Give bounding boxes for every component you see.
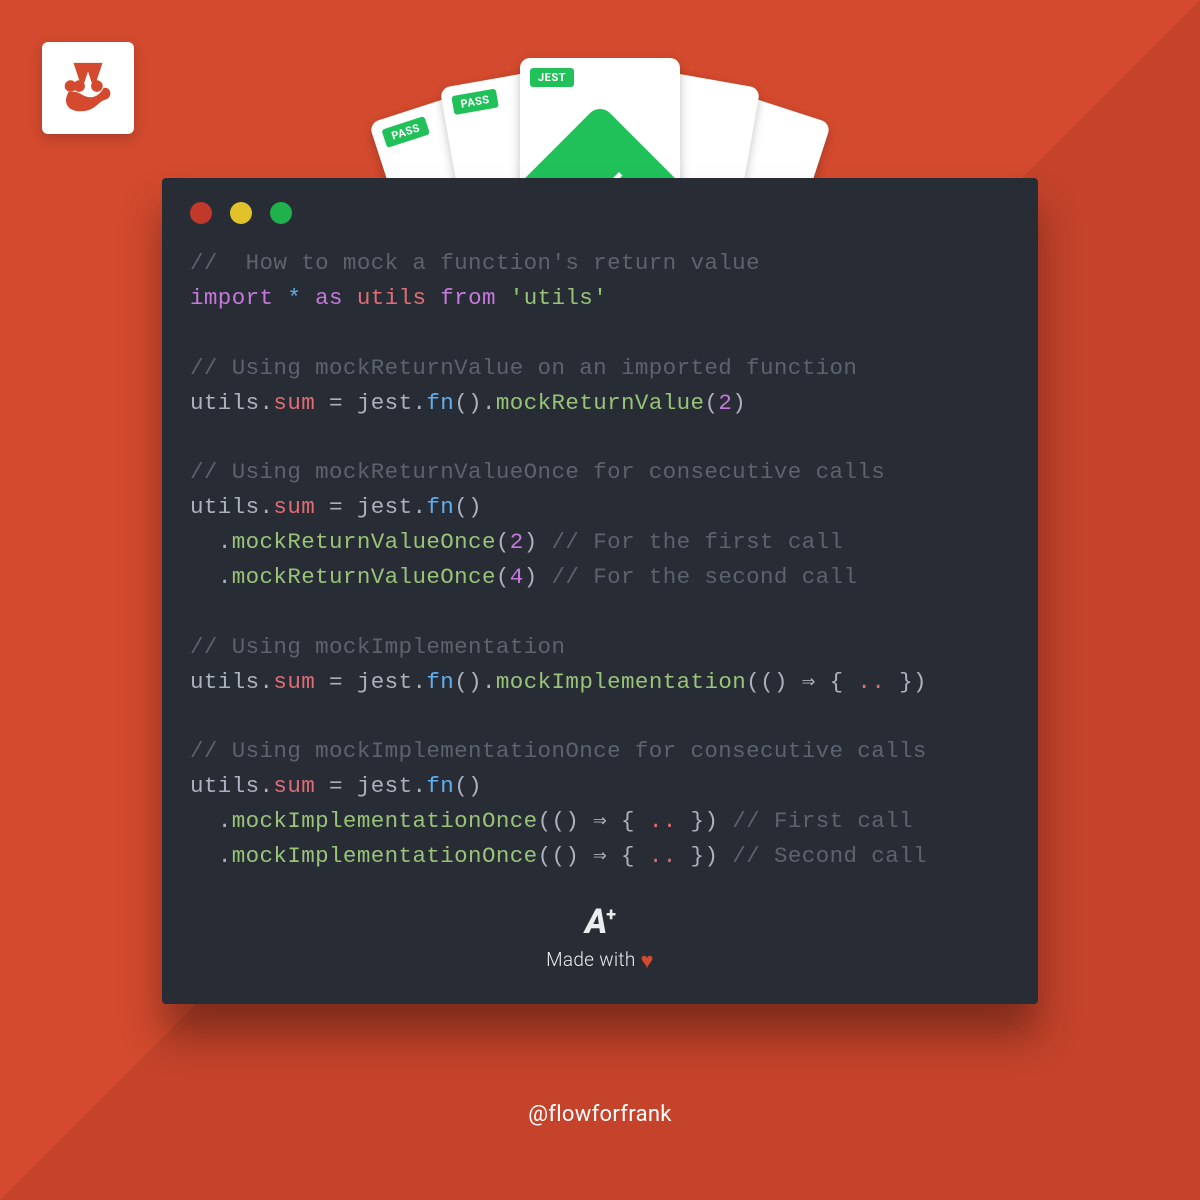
code-dots: .. <box>857 669 885 695</box>
jest-badge: JEST <box>530 68 574 87</box>
close-dot-icon <box>190 202 212 224</box>
pass-badge: PASS <box>451 88 499 115</box>
code-ident: utils <box>357 285 427 311</box>
code-number: 2 <box>510 529 524 555</box>
jest-icon <box>57 57 119 119</box>
code-block: // How to mock a function's return value… <box>162 234 1038 874</box>
code-editor-window: // How to mock a function's return value… <box>162 178 1038 1004</box>
code-method: mockImplementationOnce <box>232 808 538 834</box>
code-comment: // Second call <box>718 843 927 869</box>
minimize-dot-icon <box>230 202 252 224</box>
code-fn: fn <box>426 390 454 416</box>
code-prop: sum <box>273 773 315 799</box>
code-obj: utils <box>190 390 260 416</box>
code-method: mockImplementationOnce <box>232 843 538 869</box>
code-keyword: as <box>315 285 343 311</box>
code-arrow: () ⇒ { <box>760 669 857 695</box>
code-number: 4 <box>510 564 524 590</box>
code-obj: jest <box>357 669 413 695</box>
aplus-logo: A+ <box>162 902 1038 942</box>
code-arrow: (() ⇒ { <box>538 843 649 869</box>
code-obj: utils <box>190 669 260 695</box>
code-method: mockReturnValueOnce <box>232 529 496 555</box>
code-method: mockImplementation <box>496 669 746 695</box>
code-comment: // Using mockReturnValue on an imported … <box>190 355 857 381</box>
code-method: mockReturnValue <box>496 390 705 416</box>
code-comment: // Using mockImplementationOnce for cons… <box>190 738 927 764</box>
made-with-text: Made with ♥ <box>162 948 1038 974</box>
code-obj: utils <box>190 494 260 520</box>
code-arrow: (() ⇒ { <box>538 808 649 834</box>
editor-footer: A+ Made with ♥ <box>162 902 1038 974</box>
code-obj: jest <box>357 494 413 520</box>
code-punct: }) <box>885 669 927 695</box>
code-op: * <box>287 285 301 311</box>
code-comment: // Using mockImplementation <box>190 634 565 660</box>
code-number: 2 <box>718 390 732 416</box>
code-comment: // First call <box>718 808 913 834</box>
code-comment: // For the first call <box>538 529 844 555</box>
code-prop: sum <box>273 390 315 416</box>
code-string: 'utils' <box>510 285 607 311</box>
code-keyword: import <box>190 285 273 311</box>
code-fn: fn <box>426 669 454 695</box>
code-punct: }) <box>677 843 719 869</box>
code-dots: .. <box>649 843 677 869</box>
maximize-dot-icon <box>270 202 292 224</box>
window-traffic-lights <box>162 178 1038 234</box>
code-comment: // Using mockReturnValueOnce for consecu… <box>190 459 885 485</box>
code-obj: utils <box>190 773 260 799</box>
code-obj: jest <box>357 390 413 416</box>
jest-logo-badge <box>42 42 134 134</box>
pass-badge: PASS <box>381 116 430 148</box>
attribution-handle: @flowforfrank <box>0 1102 1200 1127</box>
code-comment: // How to mock a function's return value <box>190 250 760 276</box>
code-fn: fn <box>426 773 454 799</box>
code-fn: fn <box>426 494 454 520</box>
code-comment: // For the second call <box>538 564 858 590</box>
code-punct: }) <box>677 808 719 834</box>
code-prop: sum <box>273 494 315 520</box>
code-obj: jest <box>357 773 413 799</box>
code-prop: sum <box>273 669 315 695</box>
heart-icon: ♥ <box>641 949 654 974</box>
code-method: mockReturnValueOnce <box>232 564 496 590</box>
code-dots: .. <box>649 808 677 834</box>
code-keyword: from <box>440 285 496 311</box>
